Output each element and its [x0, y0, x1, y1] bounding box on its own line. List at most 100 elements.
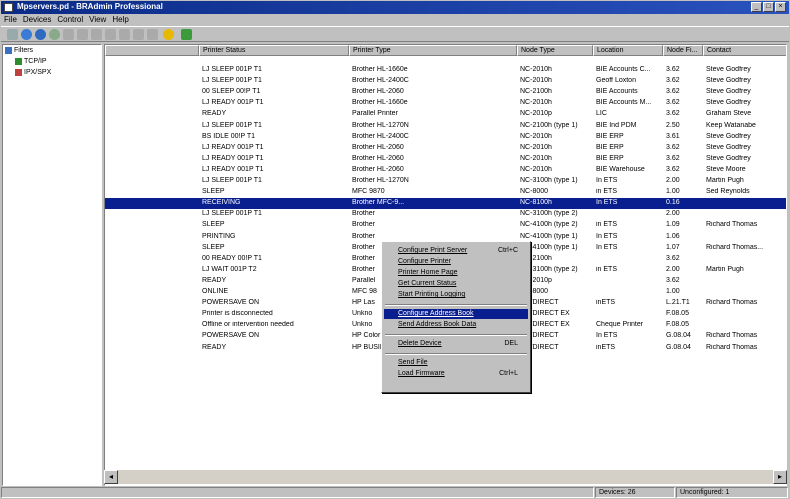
- tree-root[interactable]: Filters: [5, 47, 33, 54]
- table-row[interactable]: LJ SLEEP 001P T1 Brother HL-1270N NC-3100h…: [105, 176, 786, 187]
- close-button[interactable]: ×: [775, 2, 786, 12]
- menu-view[interactable]: View: [89, 14, 106, 26]
- column-header: Printer Status Printer Type Node Type Lo…: [105, 45, 786, 56]
- filter-icon[interactable]: [105, 29, 116, 40]
- cell-firmware: 3.62: [666, 276, 680, 284]
- cell-status: LJ READY 001P T1: [202, 165, 264, 173]
- context-menu-item[interactable]: Load Firmware Ctrl+L: [384, 369, 528, 379]
- table-row[interactable]: LJ SLEEP 001P T1 Brother NC-3100h (type 2)…: [105, 209, 786, 220]
- cell-node-type: NC-4100h (type 1): [520, 243, 578, 251]
- menu-file[interactable]: File: [4, 14, 17, 26]
- help-icon[interactable]: [163, 29, 174, 40]
- cell-firmware: 3.62: [666, 165, 680, 173]
- cell-contact: Steve Godfrey: [706, 66, 751, 73]
- tree-item-ipxspx[interactable]: IPX/SPX: [15, 69, 51, 76]
- context-menu-item[interactable]: Delete Device DEL: [384, 339, 528, 349]
- context-menu-item[interactable]: Configure Print Server Ctrl+C: [384, 246, 528, 256]
- table-row[interactable]: LJ SLEEP 001P T1 Brother HL-2400C NC-2010h…: [105, 76, 786, 87]
- maximize-button[interactable]: □: [763, 2, 774, 12]
- protocol-icon: [15, 58, 22, 65]
- cell-contact: Richard Thomas: [706, 299, 758, 307]
- column-header-blank: [105, 45, 199, 56]
- scroll-right-icon[interactable]: ▸: [773, 470, 787, 484]
- cell-firmware: 3.61: [666, 132, 680, 140]
- table-row[interactable]: LJ READY 001P T1 Brother HL-2060 NC-2010h B…: [105, 143, 786, 154]
- web-icon[interactable]: [147, 29, 158, 40]
- cell-node-type: NC-8000: [520, 288, 549, 295]
- open-icon[interactable]: [7, 29, 18, 40]
- menu-help[interactable]: Help: [112, 14, 128, 26]
- menu-devices[interactable]: Devices: [23, 14, 51, 26]
- cell-location: In ETS: [596, 177, 618, 184]
- cell-status: LJ READY 001P T1: [202, 143, 264, 151]
- cell-contact: Steve Godfrey: [706, 99, 751, 107]
- table-row[interactable]: BS IDLE 00!P T1 Brother HL-2400C NC-2010h B…: [105, 132, 786, 143]
- table-row[interactable]: LJ SLEEP 001P T1 Brother HL-1270N NC-2100h…: [105, 121, 786, 132]
- cell-node-type: JETDIRECT EX: [520, 310, 570, 318]
- printer-icon[interactable]: [77, 29, 88, 40]
- context-menu-item[interactable]: Printer Home Page: [384, 268, 528, 278]
- column-printer-type[interactable]: Printer Type: [349, 45, 517, 56]
- cell-firmware: 1.00: [666, 188, 680, 196]
- send-icon[interactable]: [119, 29, 130, 40]
- menu-control[interactable]: Control: [57, 14, 83, 26]
- cell-node-type: NC-2010h: [520, 77, 552, 85]
- table-row[interactable]: LJ READY 001P T1 Brother HL-2060 NC-2010h B…: [105, 165, 786, 176]
- cell-firmware: 2.00: [666, 177, 680, 184]
- cell-status: LJ READY 001P T1: [202, 99, 264, 107]
- column-node-type[interactable]: Node Type: [517, 45, 593, 56]
- cell-node-type: NC-3100h (type 2): [520, 265, 578, 273]
- log-icon[interactable]: [133, 29, 144, 40]
- table-row[interactable]: SLEEP MFC 9870 NC-8000 in ETS 1.00 Sed Reynol…: [105, 187, 786, 198]
- table-row[interactable]: SLEEP Brother NC-4100h (type 2) in ETS 1.09 R…: [105, 220, 786, 231]
- cell-location: BIE Ind PDM: [596, 121, 637, 129]
- network-icon[interactable]: [181, 29, 192, 40]
- cell-printer-type: Brother: [352, 210, 375, 218]
- cell-firmware: G.08.04: [666, 343, 691, 351]
- context-menu-item-label: Configure Address Book: [398, 310, 474, 317]
- table-row[interactable]: LJ READY 001P T1 Brother HL-2060 NC-2010h B…: [105, 154, 786, 165]
- table-row[interactable]: RECEIVING Brother MFC-9... NC-8100h In ETS 0…: [105, 198, 786, 210]
- cell-location: In ETS: [596, 232, 618, 240]
- sort-icon[interactable]: [91, 29, 102, 40]
- table-row[interactable]: LJ SLEEP 001P T1 Brother HL-1660e NC-2010h…: [105, 65, 786, 76]
- column-printer-status[interactable]: Printer Status: [199, 45, 349, 56]
- filter-icon: [5, 47, 12, 54]
- cell-node-type: NC-2100h (type 1): [520, 121, 578, 129]
- refresh-icon[interactable]: [21, 29, 32, 40]
- cell-status: LJ SLEEP 001P T1: [202, 66, 262, 73]
- status-message: [1, 487, 594, 498]
- search-devices-icon[interactable]: [35, 29, 46, 40]
- status-icon[interactable]: [49, 29, 60, 40]
- cell-node-type: NC-2100h: [520, 254, 552, 262]
- minimize-button[interactable]: _: [751, 2, 762, 12]
- table-row[interactable]: 00 SLEEP 00!P T1 Brother HL-2060 NC-2100h B…: [105, 87, 786, 98]
- context-menu-item-label: Configure Printer: [398, 258, 451, 265]
- table-row[interactable]: READY Parallel Printer NC-2010p LIC 3.62 Grah…: [105, 109, 786, 120]
- context-menu-item[interactable]: Get Current Status: [384, 279, 528, 289]
- scroll-left-icon[interactable]: ◂: [104, 470, 118, 484]
- column-contact[interactable]: Contact: [703, 45, 786, 56]
- cell-contact: Richard Thomas: [706, 343, 758, 351]
- cell-status: READY: [202, 276, 227, 284]
- context-menu-item[interactable]: Configure Printer: [384, 257, 528, 267]
- column-node-firmware[interactable]: Node Fi...: [663, 45, 703, 56]
- cell-status: POWERSAVE ON: [202, 332, 260, 340]
- context-menu-item[interactable]: Configure Address Book: [384, 309, 528, 319]
- context-menu-item[interactable]: Send File: [384, 358, 528, 368]
- cell-node-type: JETDIRECT: [520, 299, 559, 307]
- context-menu-item-label: Get Current Status: [398, 280, 457, 287]
- context-menu-item-label: Delete Device: [398, 340, 442, 347]
- cell-node-type: NC-2010h: [520, 165, 552, 173]
- configure-icon[interactable]: [63, 29, 74, 40]
- tree-item-tcpip[interactable]: TCP/IP: [15, 58, 47, 65]
- context-menu-item[interactable]: Start Printing Logging: [384, 290, 528, 300]
- cell-location: BIE Accounts C...: [596, 66, 651, 73]
- column-location[interactable]: Location: [593, 45, 663, 56]
- cell-printer-type: Brother HL-1660e: [352, 66, 408, 73]
- context-menu-item[interactable]: Send Address Book Data: [384, 320, 528, 330]
- table-row[interactable]: LJ READY 001P T1 Brother HL-1660e NC-2010h…: [105, 98, 786, 109]
- horizontal-scrollbar[interactable]: ◂ ▸: [104, 470, 787, 484]
- cell-status: LJ SLEEP 001P T1: [202, 121, 262, 129]
- cell-firmware: 3.62: [666, 66, 680, 73]
